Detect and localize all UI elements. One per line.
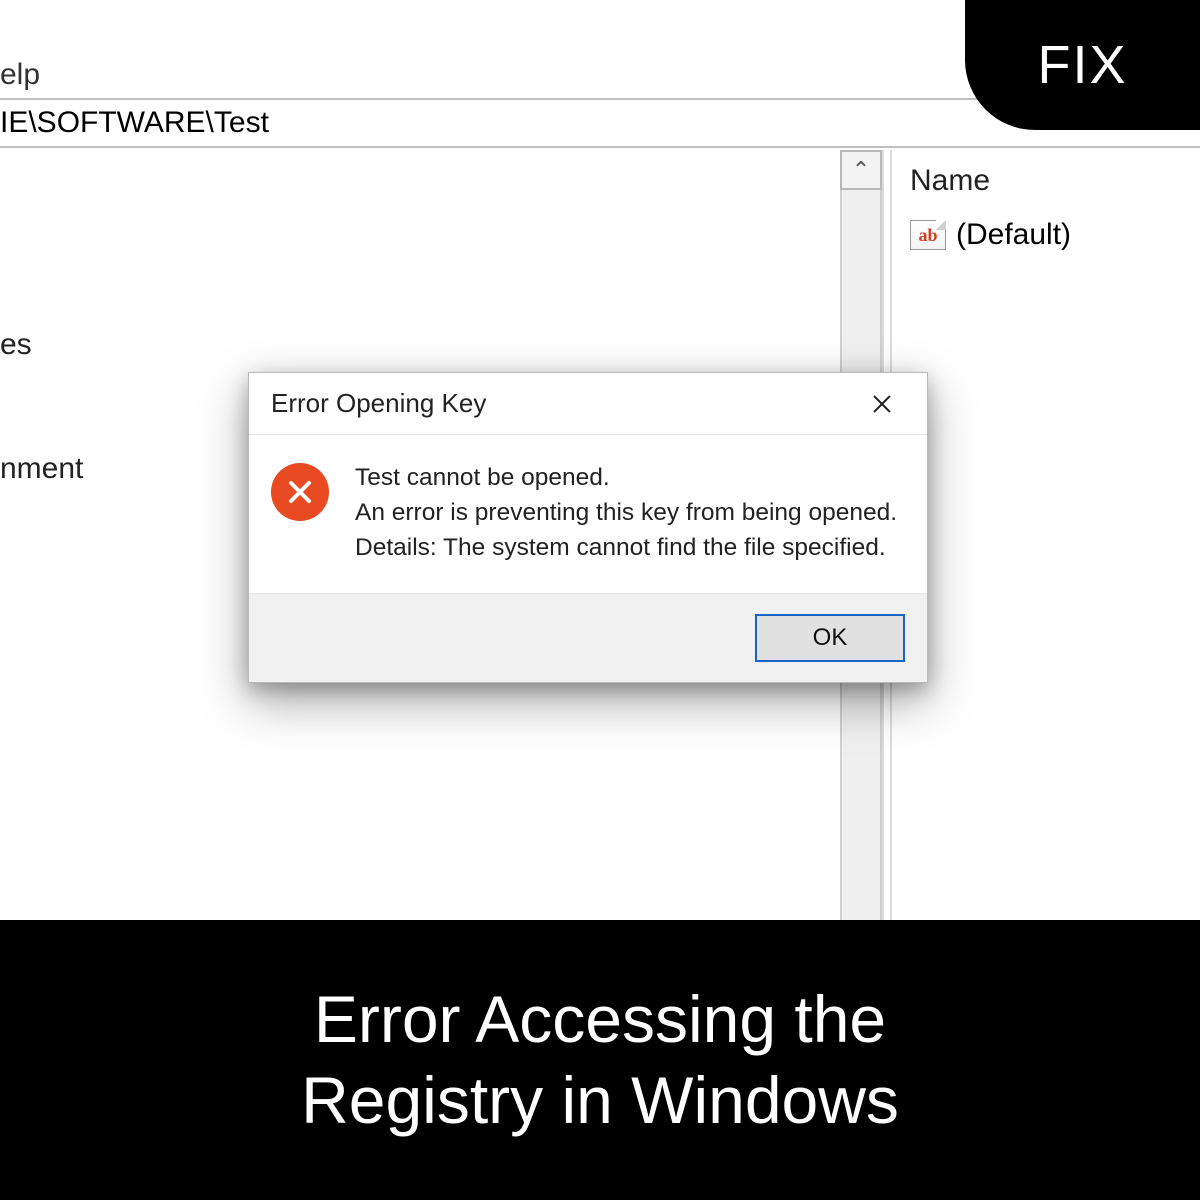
article-caption: Error Accessing the Registry in Windows [0,920,1200,1200]
string-value-icon: ab [910,220,946,250]
error-icon [271,463,329,521]
value-name: (Default) [956,218,1071,252]
dialog-title-text: Error Opening Key [271,388,486,419]
dialog-footer: OK [249,593,927,682]
close-icon [871,393,893,415]
dialog-line1: Test cannot be opened. [355,461,897,496]
dialog-message: Test cannot be opened. An error is preve… [355,461,897,565]
dialog-close-button[interactable] [855,384,909,424]
error-x-icon [285,477,315,507]
column-header-name[interactable]: Name [892,150,1200,208]
address-bar-text: IE\SOFTWARE\Test [0,106,269,140]
tree-item[interactable]: es [0,324,32,366]
dialog-line3: Details: The system cannot find the file… [355,531,897,566]
ok-button[interactable]: OK [755,614,905,662]
error-dialog: Error Opening Key Test cannot be opened.… [248,372,928,683]
canvas: elp IE\SOFTWARE\Test es nment ⌃ Name ab … [0,0,1200,1200]
chevron-up-icon: ⌃ [852,157,870,183]
values-pane: Name ab (Default) [892,150,1200,920]
dialog-body: Test cannot be opened. An error is preve… [249,435,927,593]
menu-bar: elp [0,58,40,96]
fix-badge: FIX [965,0,1200,130]
dialog-titlebar[interactable]: Error Opening Key [249,373,927,435]
menu-help[interactable]: elp [0,58,40,96]
scroll-up-button[interactable]: ⌃ [840,150,882,190]
value-row-default[interactable]: ab (Default) [892,208,1200,262]
dialog-line2: An error is preventing this key from bei… [355,496,897,531]
tree-item[interactable]: nment [0,448,83,490]
caption-line1: Error Accessing the [301,979,899,1060]
caption-line2: Registry in Windows [301,1060,899,1141]
